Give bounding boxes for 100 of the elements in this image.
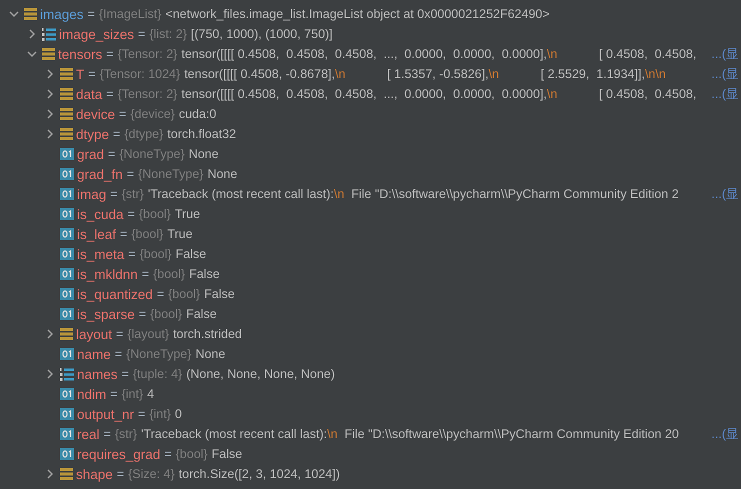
- show-more-link[interactable]: ...(显: [705, 186, 739, 202]
- variable-value: None: [195, 347, 226, 361]
- variable-type: {bool}: [168, 287, 200, 301]
- binary-icon: [60, 288, 74, 300]
- variable-name: grad_fn: [77, 166, 123, 182]
- variable-value: 'Traceback (most recent call last):: [148, 187, 334, 201]
- variable-type: {Tensor: 2}: [118, 87, 178, 101]
- binary-icon: [60, 148, 74, 160]
- stack-icon: [60, 108, 73, 120]
- variable-name: imag: [77, 186, 106, 202]
- equals-sign: =: [138, 27, 146, 41]
- variable-value: False: [204, 287, 235, 301]
- variable-value: True: [167, 227, 193, 241]
- variable-value: 0: [174, 407, 182, 421]
- variable-type: {NoneType}: [126, 347, 192, 361]
- equals-sign: =: [142, 267, 150, 281]
- variable-name: is_meta: [77, 246, 124, 262]
- variable-name: dtype: [76, 126, 110, 142]
- chevron-right-icon[interactable]: [45, 329, 55, 339]
- equals-sign: =: [138, 307, 146, 321]
- chevron-right-icon[interactable]: [45, 89, 55, 99]
- equals-sign: =: [126, 167, 134, 181]
- variable-name: layout: [76, 326, 112, 342]
- equals-sign: =: [104, 427, 111, 441]
- stack-icon: [60, 88, 73, 100]
- show-more-link[interactable]: ...(显: [705, 46, 739, 62]
- chevron-down-icon[interactable]: [9, 9, 19, 19]
- newline-escape: \n: [488, 67, 499, 81]
- stack-icon: [60, 68, 73, 80]
- variable-value: False: [212, 447, 242, 461]
- variable-name: is_quantized: [77, 286, 153, 302]
- variable-value: [(750, 1000), (1000, 750)]: [190, 27, 333, 41]
- variable-type: {bool}: [176, 447, 208, 461]
- variable-name: is_sparse: [77, 306, 135, 322]
- variable-type: {Tensor: 2}: [118, 47, 178, 61]
- variable-name: images: [40, 6, 84, 22]
- show-more-link[interactable]: ...(显: [705, 426, 739, 442]
- variable-name: is_leaf: [77, 226, 116, 242]
- equals-sign: =: [113, 127, 120, 141]
- equals-sign: =: [110, 387, 118, 401]
- variable-name: name: [77, 346, 111, 362]
- binary-icon: [60, 408, 74, 420]
- show-more-link[interactable]: ...(显: [705, 86, 739, 102]
- equals-sign: =: [106, 87, 114, 101]
- variable-name: ndim: [77, 386, 106, 402]
- variable-value: torch.float32: [167, 127, 236, 141]
- stack-icon: [60, 128, 73, 140]
- equals-sign: =: [88, 7, 95, 21]
- variable-type: {Size: 4}: [128, 467, 175, 481]
- variable-name: output_nr: [77, 406, 134, 422]
- chevron-down-icon[interactable]: [27, 49, 37, 59]
- stack-icon: [24, 8, 37, 20]
- variable-value: [ 2.5529, 1.1934]],: [540, 67, 645, 81]
- variable-value: tensor([[[[ 0.4508, -0.8678],: [184, 67, 335, 81]
- variable-name: data: [76, 86, 102, 102]
- variable-name: names: [77, 366, 118, 382]
- variable-value: None: [188, 147, 219, 161]
- variable-value: [ 1.5357, -0.5826],: [386, 67, 489, 81]
- binary-icon: [60, 268, 74, 280]
- variable-type: {ImageList}: [98, 7, 162, 21]
- chevron-right-icon[interactable]: [27, 29, 37, 39]
- variable-name: is_mkldnn: [77, 266, 138, 282]
- variable-type: {str}: [122, 187, 144, 201]
- binary-icon: [60, 308, 74, 320]
- chevron-right-icon[interactable]: [45, 369, 55, 379]
- chevron-right-icon[interactable]: [45, 69, 55, 79]
- variable-value: (None, None, None, None): [186, 367, 335, 381]
- variable-type: {device}: [130, 107, 175, 121]
- variable-value: File "D:\\software\\pycharm\\PyCharm Community Edition 20: [343, 427, 679, 441]
- variable-value: None: [207, 167, 238, 181]
- variable-value: True: [174, 207, 200, 221]
- variable-type: {int}: [149, 407, 171, 421]
- equals-sign: =: [106, 47, 114, 61]
- equals-sign: =: [128, 247, 136, 261]
- variable-value: 4: [147, 387, 154, 401]
- variable-name: tensors: [58, 46, 102, 62]
- newline-escape: \n: [327, 427, 338, 441]
- equals-sign: =: [138, 407, 146, 421]
- chevron-right-icon[interactable]: [45, 469, 55, 479]
- newline-escape: \n: [334, 67, 346, 81]
- newline-escape: \n: [334, 187, 344, 201]
- equals-sign: =: [110, 187, 118, 201]
- variable-name: image_sizes: [59, 26, 134, 42]
- show-more-link[interactable]: ...(显: [705, 66, 739, 82]
- stack-icon: [60, 468, 73, 480]
- equals-sign: =: [116, 327, 124, 341]
- variable-value: <network_files.image_list.ImageList object at 0x0000021252F62490>: [165, 7, 550, 21]
- chevron-right-icon[interactable]: [45, 129, 55, 139]
- chevron-right-icon[interactable]: [45, 109, 55, 119]
- binary-icon: [60, 208, 74, 220]
- binary-icon: [60, 448, 74, 460]
- variable-value: tensor([[[[ 0.4508, 0.4508, 0.4508, ..., 0.0000, 0.0000, 0.0000],: [181, 87, 547, 101]
- binary-icon: [60, 388, 74, 400]
- variable-type: {Tensor: 1024}: [100, 67, 180, 81]
- equals-sign: =: [128, 207, 135, 221]
- stack-icon: [60, 328, 73, 340]
- variable-name: shape: [76, 466, 113, 482]
- variable-value: tensor([[[[ 0.4508, 0.4508, 0.4508, ..., 0.0000, 0.0000, 0.0000],: [181, 47, 547, 61]
- variable-name: grad: [77, 146, 104, 162]
- numbered-list-icon: [42, 28, 56, 40]
